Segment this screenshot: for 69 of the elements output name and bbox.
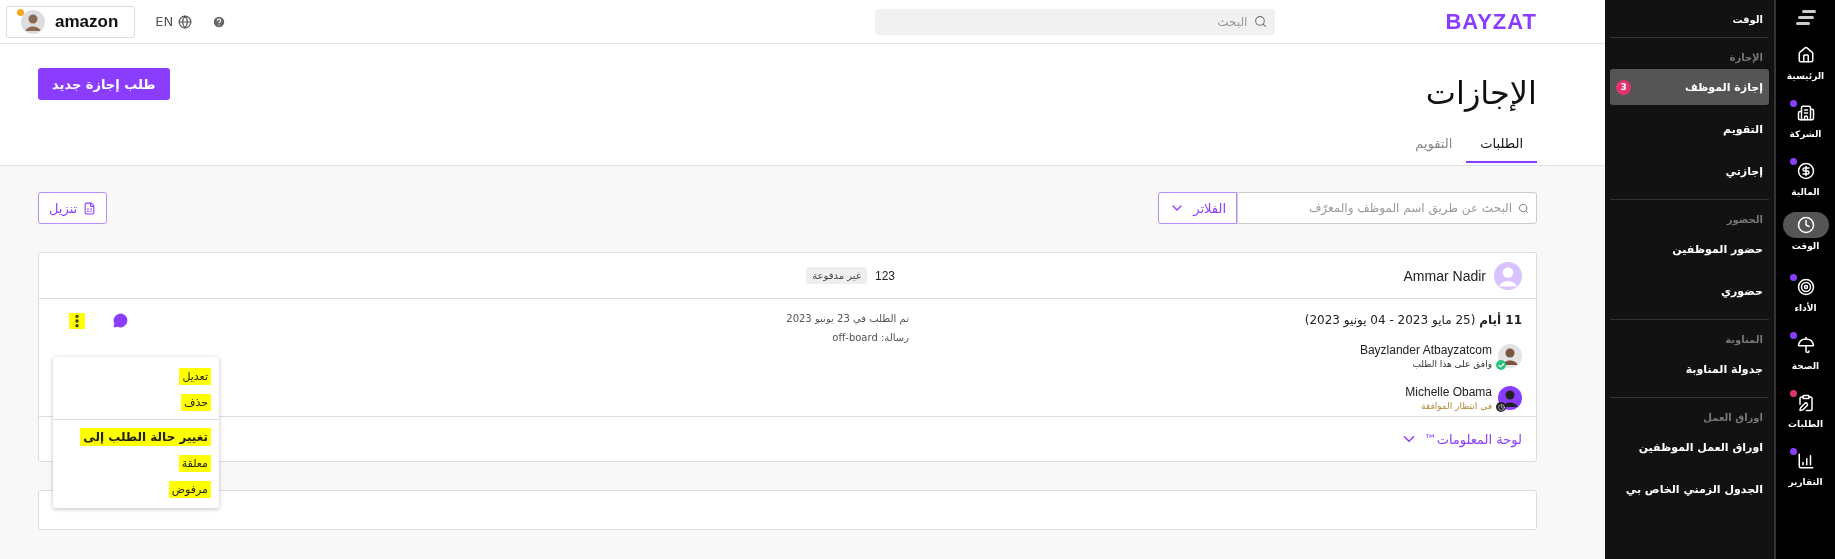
comment-icon[interactable] (113, 313, 128, 328)
tab[interactable]: الطلبات (1466, 136, 1537, 163)
more-button[interactable] (69, 313, 85, 329)
approver-name: Bayzlander Atbayzatcom (1359, 343, 1492, 357)
employee-id: 123 (874, 268, 895, 283)
download-button[interactable]: تنزيل (38, 192, 108, 224)
menu-item[interactable]: حذف (181, 393, 211, 411)
spreadsheet-icon (83, 201, 97, 215)
menu-item[interactable]: مرفوض (168, 480, 211, 498)
nav-item[interactable]: حضوري (1610, 273, 1769, 309)
request-message: رسالة: off-board (831, 332, 909, 343)
home-icon (1796, 46, 1815, 64)
rail-item[interactable]: الوقت (1777, 212, 1834, 270)
section-label: الإجازة (1728, 51, 1764, 66)
menu-item[interactable]: معلقة (178, 454, 211, 472)
rail-item[interactable]: الصحة (1777, 328, 1834, 386)
avatar (21, 9, 45, 34)
account-switcher[interactable]: amazon (6, 5, 136, 38)
rail-item[interactable]: المالية (1777, 154, 1834, 212)
rail-item[interactable]: الشركة (1777, 96, 1834, 154)
approval-status: وافق على هذا الطلب (1411, 359, 1492, 369)
rail-item[interactable]: التقارير (1777, 444, 1834, 502)
clock-icon (1796, 216, 1815, 234)
filters-button[interactable]: الفلاتر (1158, 192, 1237, 224)
section-label: الحضور (1725, 213, 1764, 228)
avatar (1498, 386, 1522, 410)
menu-item[interactable]: تعديل (179, 367, 211, 385)
nav-item[interactable]: إجازتي (1610, 153, 1769, 189)
chart-icon (1796, 452, 1815, 470)
menu-heading: تغيير حالة الطلب إلى (80, 428, 211, 446)
nav-item[interactable]: اوراق العمل الموظفين (1610, 429, 1769, 465)
nav-item[interactable]: الجدول الزمني الخاص بي (1610, 471, 1769, 507)
leave-dates: 11 أيام (25 مايو 2023 - 04 يونيو 2023) (1303, 313, 1522, 327)
rail-item[interactable]: الأداء (1777, 270, 1834, 328)
avatar (1494, 261, 1522, 290)
avatar (1498, 344, 1522, 368)
nav-item[interactable]: التقويم (1610, 111, 1769, 147)
tab[interactable]: التقويم (1401, 136, 1467, 163)
rail-item[interactable]: الطلبات (1777, 386, 1834, 444)
nav-item[interactable]: حضور الموظفين (1610, 231, 1769, 267)
approval-status: في انتظار الموافقة (1420, 401, 1492, 411)
approver-name: Michelle Obama (1405, 385, 1492, 399)
section-label: المناوبة (1724, 333, 1764, 348)
details-link[interactable]: لوحة المعلومات™ (1399, 430, 1522, 448)
page-title: الإجازات (1425, 74, 1537, 112)
clipboard-icon (1796, 394, 1815, 412)
employee-search-field[interactable]: البحث عن طريق اسم الموظف والمعرّف (1237, 192, 1537, 224)
count-badge: 3 (1616, 79, 1631, 95)
section-label: اوراق العمل (1702, 411, 1764, 426)
menu-icon[interactable] (1795, 10, 1816, 26)
umbrella-icon (1796, 336, 1815, 354)
target-icon (1796, 278, 1815, 296)
building-icon (1796, 104, 1815, 122)
request-date: تم الطلب في 23 يونيو 2023 (785, 313, 909, 324)
language-button[interactable]: EN (155, 14, 193, 29)
section-title: الوقت (1731, 13, 1764, 28)
company-name: amazon (55, 11, 119, 32)
leave-type-tag: غير مدفوعة (806, 267, 867, 284)
search-icon (1254, 15, 1268, 28)
search-field[interactable]: البحث (875, 8, 1276, 35)
new-request-button[interactable]: طلب إجازة جديد (38, 68, 170, 100)
help-button[interactable] (212, 14, 227, 29)
search-icon (1518, 202, 1529, 214)
logo: BAYZAT (1445, 8, 1537, 35)
employee-name: Ammar Nadir (1403, 267, 1486, 284)
globe-icon (178, 14, 193, 29)
rail-item[interactable]: الرئيسية (1777, 38, 1834, 96)
nav-item[interactable]: جدولة المناوبة (1610, 351, 1769, 387)
dollar-icon (1796, 162, 1815, 180)
